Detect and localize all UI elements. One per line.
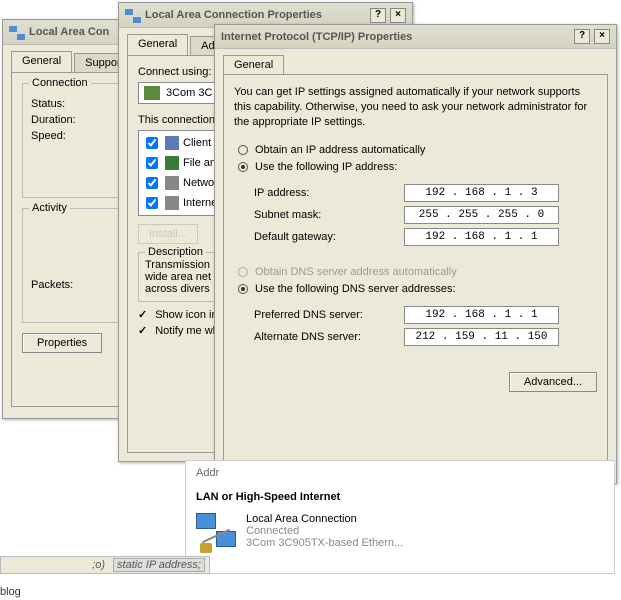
close-button[interactable]: × [594, 29, 610, 44]
tab-general[interactable]: General [11, 51, 72, 72]
help-text: You can get IP settings assigned automat… [234, 85, 597, 130]
file-icon [165, 156, 179, 170]
tab-general[interactable]: General [127, 34, 188, 55]
fieldset-label: Activity [29, 202, 70, 214]
checkbox-label: Notify me wh [155, 325, 219, 337]
item-label: Client f [183, 137, 217, 149]
section-header: LAN or High-Speed Internet [196, 491, 604, 503]
checkbox[interactable] [146, 197, 158, 209]
tab-content: You can get IP settings assigned automat… [223, 74, 608, 469]
address-label: Addr [196, 467, 604, 479]
tcpip-properties-window: Internet Protocol (TCP/IP) Properties ? … [214, 24, 617, 484]
ip-address-input[interactable]: 192 . 168 . 1 . 3 [404, 184, 559, 202]
description-label: Description [145, 246, 206, 258]
gateway-input[interactable]: 192 . 168 . 1 . 1 [404, 228, 559, 246]
network-icon [125, 7, 141, 23]
dns2-label: Alternate DNS server: [254, 331, 404, 343]
item-label: Networ [183, 177, 218, 189]
checkmark-icon [138, 308, 150, 321]
dns2-input[interactable]: 212 . 159 . 11 . 150 [404, 328, 559, 346]
advanced-button[interactable]: Advanced... [509, 372, 597, 392]
fieldset-label: Connection [29, 77, 91, 89]
ip-section: IP address: 192 . 168 . 1 . 3 Subnet mas… [234, 178, 597, 260]
status-bar-snippet: ;o) static IP address; [0, 556, 210, 574]
radio-icon [238, 267, 248, 277]
dns1-input[interactable]: 192 . 168 . 1 . 1 [404, 306, 559, 324]
properties-button[interactable]: Properties [22, 333, 102, 353]
tab-general[interactable]: General [223, 55, 284, 74]
subnet-label: Subnet mask: [254, 209, 404, 221]
help-button[interactable]: ? [574, 29, 590, 44]
radio-use-dns[interactable]: Use the following DNS server addresses: [238, 283, 597, 295]
window-title: Local Area Connection Properties [145, 9, 366, 21]
radio-label: Use the following IP address: [255, 161, 397, 173]
titlebar[interactable]: Internet Protocol (TCP/IP) Properties ? … [215, 25, 616, 49]
checkbox[interactable] [146, 177, 158, 189]
tabs: General [215, 49, 616, 74]
gateway-label: Default gateway: [254, 231, 404, 243]
gateway-row: Default gateway: 192 . 168 . 1 . 1 [254, 228, 593, 246]
network-protocol-icon [165, 176, 179, 190]
radio-label: Use the following DNS server addresses: [255, 283, 456, 295]
dns2-row: Alternate DNS server: 212 . 159 . 11 . 1… [254, 328, 593, 346]
dns1-row: Preferred DNS server: 192 . 168 . 1 . 1 [254, 306, 593, 324]
static-ip-tag: static IP address; [113, 558, 205, 572]
connection-status: Connected [246, 525, 403, 537]
adapter-name: 3Com 3C [166, 87, 212, 99]
checkbox[interactable] [146, 137, 158, 149]
lan-connection-item[interactable]: Local Area Connection Connected 3Com 3C9… [196, 513, 604, 553]
network-connections-panel: Addr LAN or High-Speed Internet Local Ar… [185, 460, 615, 574]
item-label: Interne [183, 197, 217, 209]
radio-label: Obtain an IP address automatically [255, 144, 425, 156]
checkmark-icon [138, 324, 150, 337]
radio-icon[interactable] [238, 284, 248, 294]
dns1-label: Preferred DNS server: [254, 309, 404, 321]
checkbox-label: Show icon in [155, 309, 217, 321]
help-button[interactable]: ? [370, 8, 386, 23]
ip-label: IP address: [254, 187, 404, 199]
connection-name: Local Area Connection [246, 513, 403, 525]
radio-icon[interactable] [238, 145, 248, 155]
close-button[interactable]: × [390, 8, 406, 23]
window-title: Internet Protocol (TCP/IP) Properties [221, 31, 570, 43]
radio-obtain-dns: Obtain DNS server address automatically [238, 266, 597, 278]
blog-text: blog [0, 586, 21, 598]
radio-label: Obtain DNS server address automatically [255, 266, 457, 278]
ip-address-row: IP address: 192 . 168 . 1 . 3 [254, 184, 593, 202]
dns-section: Preferred DNS server: 192 . 168 . 1 . 1 … [234, 300, 597, 360]
lan-icon [196, 513, 236, 553]
internet-protocol-icon [165, 196, 179, 210]
radio-icon[interactable] [238, 162, 248, 172]
radio-use-ip[interactable]: Use the following IP address: [238, 161, 597, 173]
checkbox[interactable] [146, 157, 158, 169]
connection-device: 3Com 3C905TX-based Ethern... [246, 537, 403, 549]
lan-text: Local Area Connection Connected 3Com 3C9… [246, 513, 403, 553]
subnet-input[interactable]: 255 . 255 . 255 . 0 [404, 206, 559, 224]
radio-obtain-ip[interactable]: Obtain an IP address automatically [238, 144, 597, 156]
install-button[interactable]: Install... [138, 224, 198, 244]
network-icon [9, 24, 25, 40]
subnet-row: Subnet mask: 255 . 255 . 255 . 0 [254, 206, 593, 224]
adapter-icon [144, 86, 160, 100]
client-icon [165, 136, 179, 150]
emoticon: ;o) [89, 559, 108, 571]
